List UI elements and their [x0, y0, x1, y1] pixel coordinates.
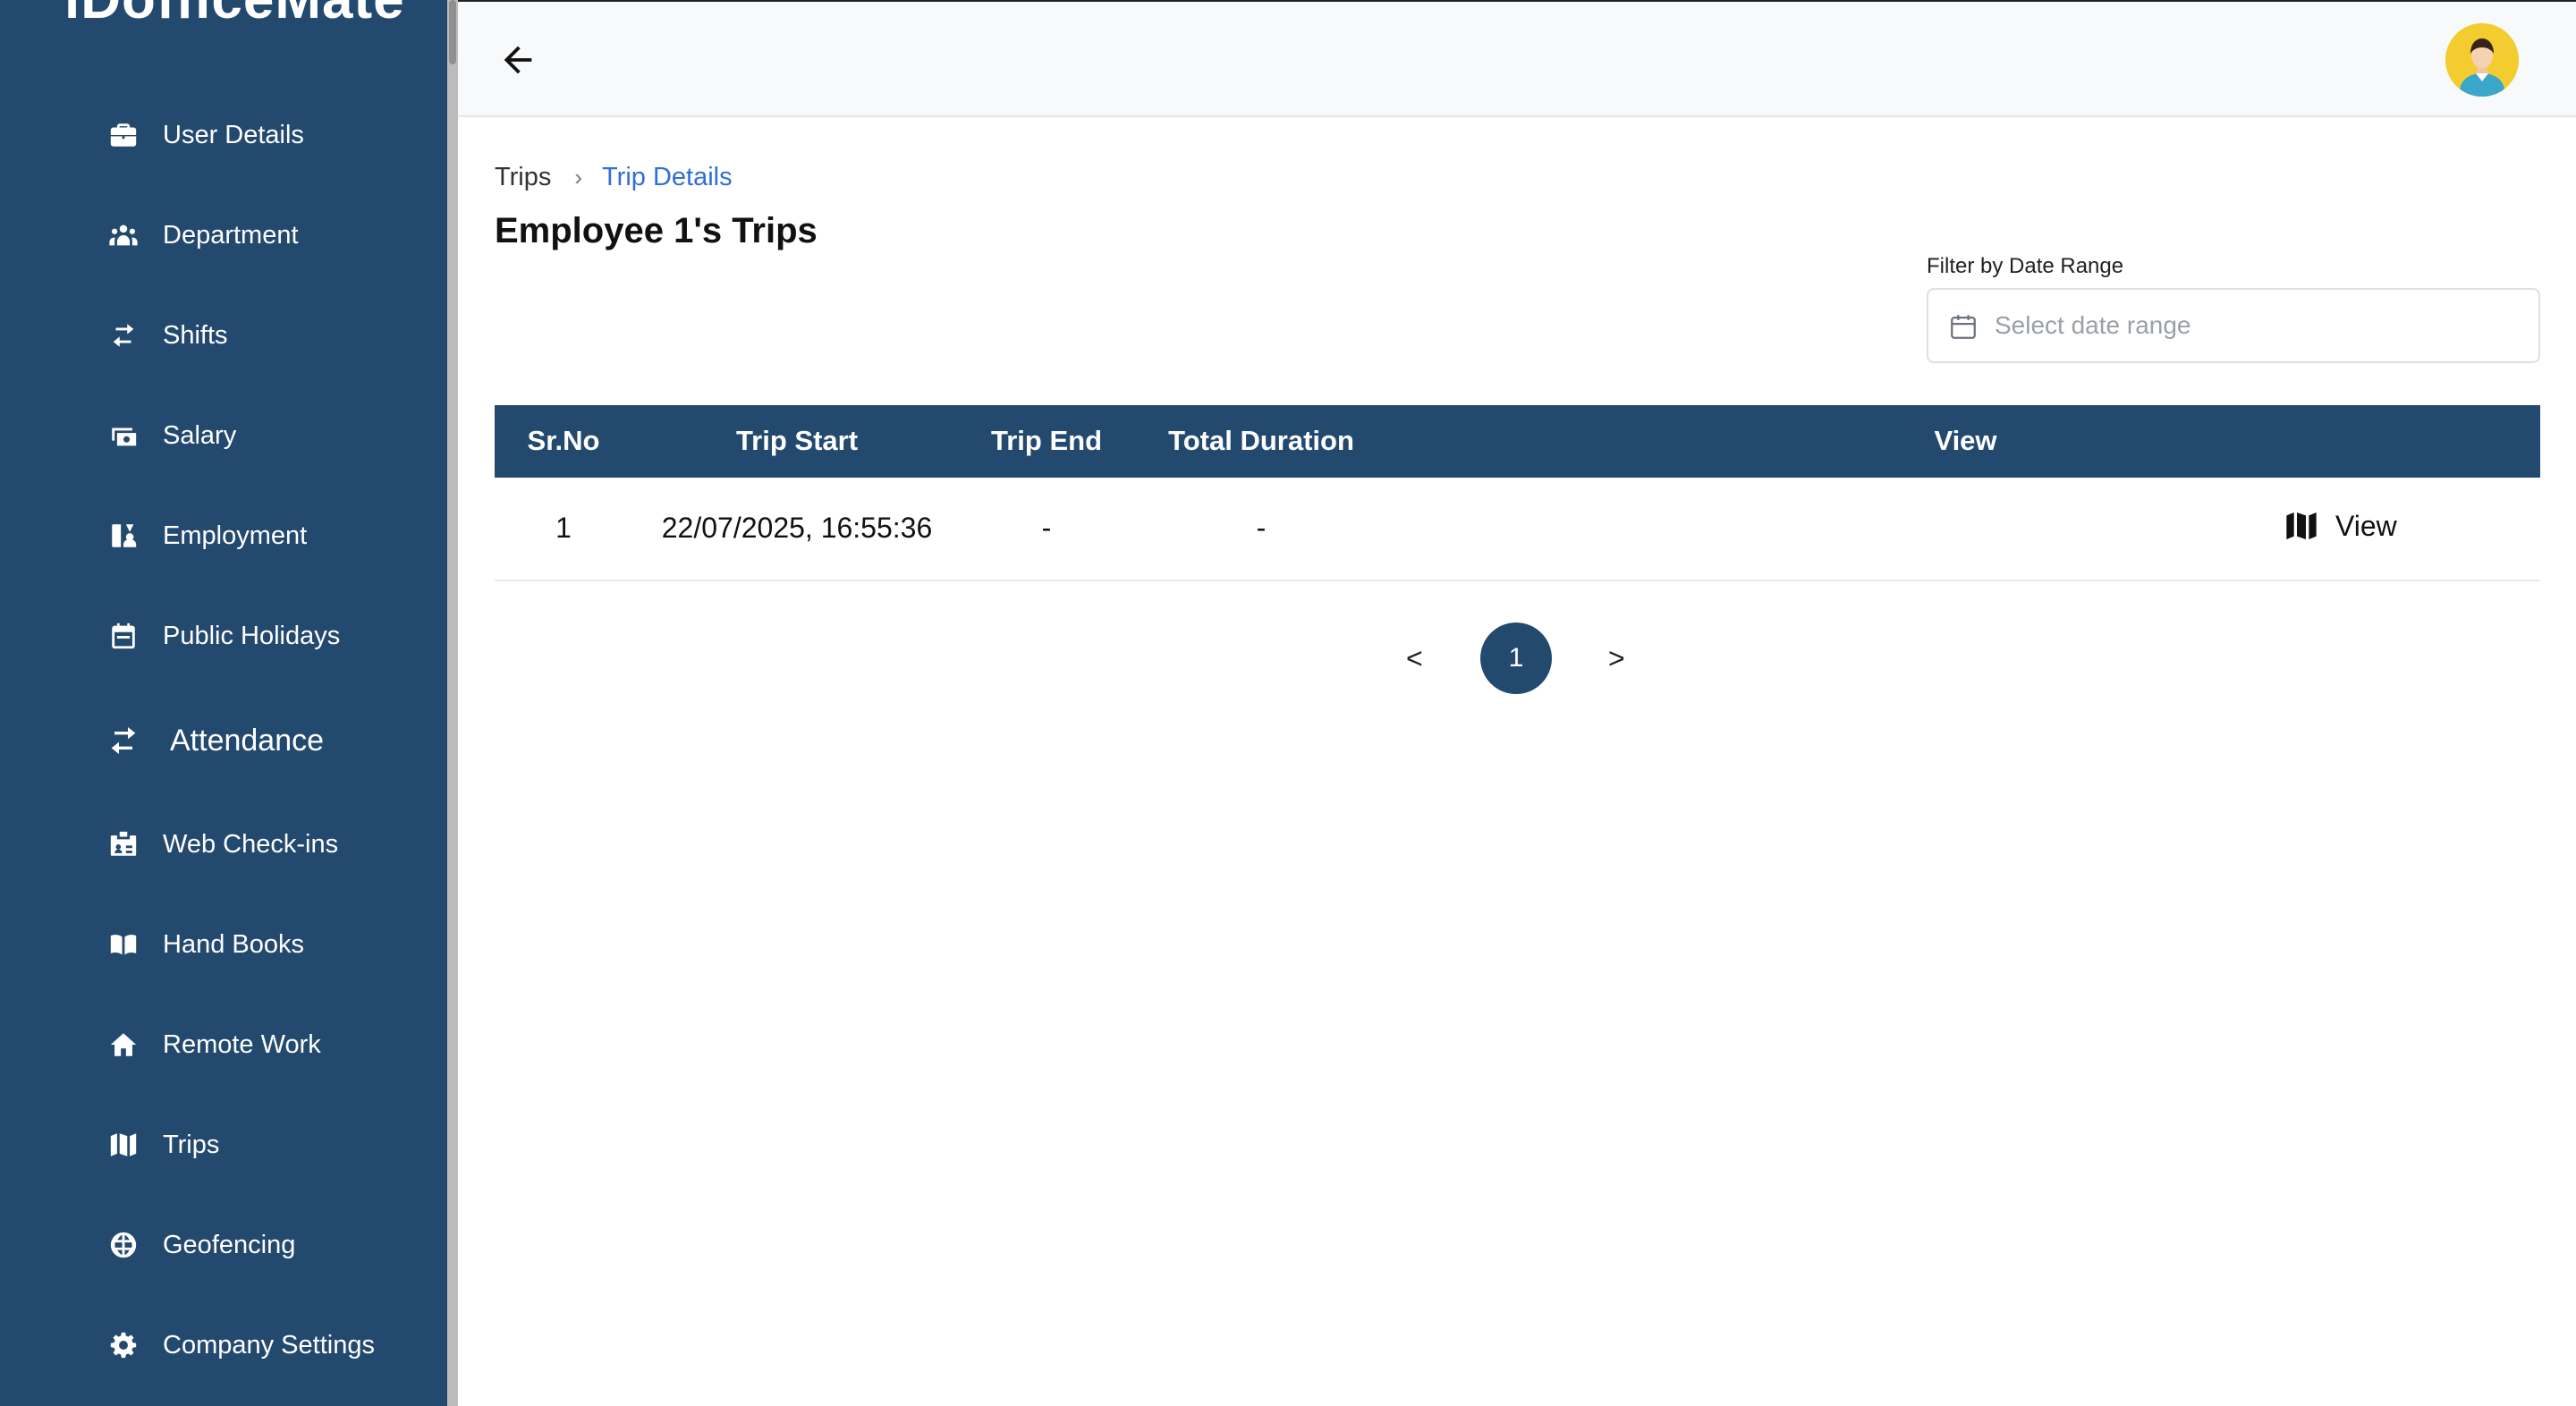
sidebar-item-geofencing[interactable]: Geofencing	[0, 1209, 447, 1281]
column-header-total-duration: Total Duration	[1168, 425, 1354, 456]
sidebar-item-hand-books[interactable]: Hand Books	[0, 909, 447, 980]
user-avatar-icon	[2445, 23, 2519, 97]
sidebar-item-label: Attendance	[170, 723, 325, 758]
sidebar-item-department[interactable]: Department	[0, 199, 447, 271]
map-icon	[106, 1127, 141, 1163]
sidebar-item-trips[interactable]: Trips	[0, 1109, 447, 1181]
calendar-outline-icon	[1951, 315, 1976, 339]
employment-icon	[106, 518, 141, 554]
cell-sr-no: 1	[555, 512, 572, 544]
sidebar-item-salary[interactable]: Salary	[0, 400, 447, 471]
column-header-view: View	[1934, 425, 1997, 456]
sidebar-item-label: User Details	[163, 120, 304, 149]
table-header-row: Sr.No Trip Start Trip End Total Duration…	[495, 405, 2540, 478]
gear-icon	[106, 1327, 141, 1363]
book-icon	[106, 927, 141, 962]
breadcrumb-trips-link[interactable]: Trips	[495, 163, 551, 192]
view-trip-link-wrapper: View	[2284, 508, 2397, 548]
date-range-placeholder: Select date range	[1995, 311, 2191, 339]
column-header-trip-start: Trip Start	[735, 425, 859, 456]
sidebar-item-company-settings[interactable]: Company Settings	[0, 1309, 447, 1381]
sidebar-item-label: Web Check-ins	[163, 829, 339, 859]
top-header	[458, 0, 2576, 117]
sidebar-item-public-holidays[interactable]: Public Holidays	[0, 600, 447, 672]
map-icon	[2286, 512, 2317, 539]
sidebar-item-label: Department	[163, 220, 299, 250]
swap-arrows-icon	[106, 318, 141, 353]
sidebar-item-remote-work[interactable]: Remote Work	[0, 1009, 447, 1080]
globe-icon	[106, 1227, 141, 1263]
view-trip-link[interactable]: View	[2284, 508, 2397, 544]
table-row: 1 22/07/2025, 16:55:36 - -	[495, 478, 2540, 581]
back-button[interactable]	[496, 38, 540, 82]
chevron-right-icon: ›	[574, 163, 583, 191]
sidebar-item-employment[interactable]: Employment	[0, 500, 447, 572]
swap-arrows-icon	[106, 723, 141, 758]
sidebar-item-label: Shifts	[163, 320, 228, 350]
people-icon	[106, 217, 141, 253]
money-icon	[106, 418, 141, 453]
date-range-input[interactable]: Select date range	[1927, 288, 2540, 363]
user-avatar[interactable]	[2445, 23, 2519, 97]
sidebar-item-label: Public Holidays	[163, 621, 341, 650]
page-title: Employee 1's Trips	[495, 211, 818, 250]
briefcase-icon	[106, 117, 141, 153]
sidebar-item-web-check-ins[interactable]: Web Check-ins	[0, 809, 447, 880]
cell-trip-start: 22/07/2025, 16:55:36	[661, 512, 933, 544]
sidebar-item-label: Company Settings	[163, 1330, 375, 1359]
filter-label: Filter by Date Range	[1927, 254, 2124, 278]
sidebar-item-label: Geofencing	[163, 1230, 296, 1259]
breadcrumb: Trips › Trip Details	[495, 161, 733, 193]
breadcrumb-current[interactable]: Trip Details	[602, 163, 733, 192]
home-icon	[106, 1027, 141, 1063]
column-header-trip-end: Trip End	[991, 425, 1102, 456]
calendar-icon	[106, 618, 141, 654]
cell-total-duration: -	[1256, 512, 1267, 544]
cell-trip-end: -	[1041, 512, 1052, 544]
pagination-next-button[interactable]: >	[1608, 642, 1625, 675]
sidebar-item-label: Trips	[163, 1130, 220, 1159]
sidebar-item-label: Hand Books	[163, 929, 304, 959]
sidebar-item-label: Salary	[163, 420, 237, 450]
sidebar-item-shifts[interactable]: Shifts	[0, 300, 447, 371]
view-link-label: View	[2335, 509, 2397, 542]
sidebar-item-label: Employment	[163, 521, 308, 550]
pagination-page-button[interactable]: 1	[1480, 623, 1552, 694]
sidebar-scrollbar-thumb[interactable]	[449, 0, 456, 64]
arrow-left-icon	[504, 46, 532, 74]
column-header-sr-no: Sr.No	[527, 425, 600, 456]
pagination-prev-button[interactable]: <	[1406, 642, 1423, 675]
trips-table: Sr.No Trip Start Trip End Total Duration…	[495, 405, 2540, 581]
sidebar-item-label: Remote Work	[163, 1029, 321, 1059]
sidebar-item-user-details[interactable]: User Details	[0, 99, 447, 171]
app-logo: iDofficeMate	[64, 0, 405, 31]
sidebar-item-attendance[interactable]: Attendance	[0, 705, 447, 776]
sidebar: iDofficeMate User Details Department Shi…	[0, 0, 447, 1406]
sidebar-scrollbar[interactable]	[447, 0, 458, 1406]
id-card-icon	[106, 826, 141, 862]
